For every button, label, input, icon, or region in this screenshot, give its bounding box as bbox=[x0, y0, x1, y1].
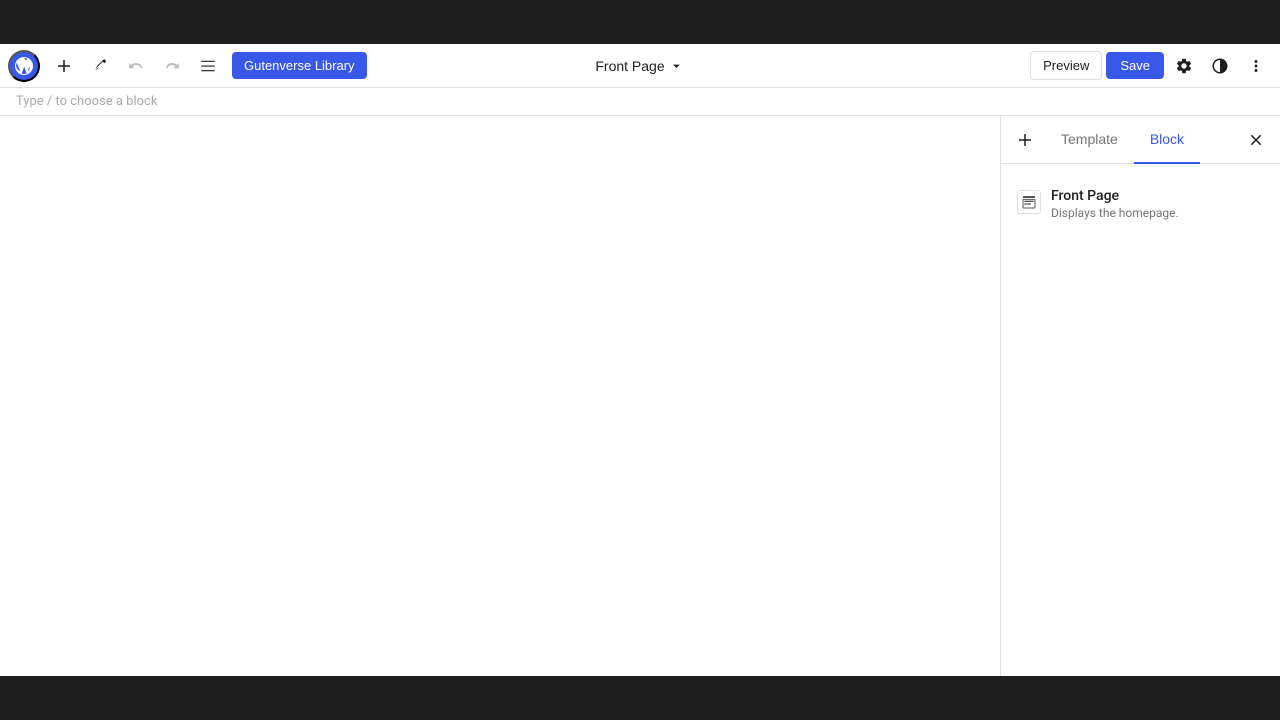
sidebar: Template Block bbox=[1000, 116, 1280, 676]
block-hint-text: Type / to choose a block bbox=[16, 94, 157, 109]
add-block-button[interactable] bbox=[48, 50, 80, 82]
list-view-button[interactable] bbox=[192, 50, 224, 82]
sidebar-tabs: Template Block bbox=[1045, 116, 1240, 163]
plus-icon bbox=[55, 57, 73, 75]
template-icon bbox=[1017, 190, 1041, 214]
sidebar-header: Template Block bbox=[1001, 116, 1280, 164]
editor-area[interactable] bbox=[0, 116, 1000, 676]
wp-logo-button[interactable] bbox=[8, 50, 40, 82]
template-page-icon bbox=[1021, 194, 1037, 210]
toolbar-right: Preview Save bbox=[1030, 50, 1272, 82]
page-title-button[interactable]: Front Page bbox=[587, 54, 692, 78]
preview-button[interactable]: Preview bbox=[1030, 51, 1102, 80]
close-icon bbox=[1247, 131, 1265, 149]
bottom-bar bbox=[0, 676, 1280, 720]
edit-icon bbox=[91, 57, 109, 75]
template-item: Front Page Displays the homepage. bbox=[1017, 180, 1264, 228]
chevron-down-icon bbox=[669, 58, 685, 74]
redo-icon bbox=[163, 57, 181, 75]
page-title-text: Front Page bbox=[595, 58, 664, 74]
theme-icon bbox=[1211, 57, 1229, 75]
sidebar-add-button[interactable] bbox=[1009, 124, 1041, 156]
more-options-button[interactable] bbox=[1240, 50, 1272, 82]
theme-toggle-button[interactable] bbox=[1204, 50, 1236, 82]
template-description: Displays the homepage. bbox=[1051, 206, 1179, 220]
toolbar-left: Gutenverse Library bbox=[8, 50, 367, 82]
more-icon bbox=[1247, 57, 1265, 75]
hint-bar: Type / to choose a block bbox=[0, 88, 1280, 116]
redo-button[interactable] bbox=[156, 50, 188, 82]
gear-icon bbox=[1175, 57, 1193, 75]
list-icon bbox=[199, 57, 217, 75]
edit-tool-button[interactable] bbox=[84, 50, 116, 82]
sidebar-close-button[interactable] bbox=[1240, 124, 1272, 156]
save-button[interactable]: Save bbox=[1106, 52, 1164, 79]
template-info: Front Page Displays the homepage. bbox=[1051, 188, 1179, 220]
undo-button[interactable] bbox=[120, 50, 152, 82]
tab-template[interactable]: Template bbox=[1045, 116, 1134, 164]
sidebar-plus-icon bbox=[1016, 131, 1034, 149]
gutenverse-library-button[interactable]: Gutenverse Library bbox=[232, 52, 367, 79]
toolbar-center: Front Page bbox=[587, 54, 692, 78]
wordpress-icon bbox=[14, 56, 34, 76]
tab-block[interactable]: Block bbox=[1134, 116, 1200, 164]
top-bar bbox=[0, 0, 1280, 44]
undo-icon bbox=[127, 57, 145, 75]
template-name: Front Page bbox=[1051, 188, 1179, 204]
toolbar: Gutenverse Library Front Page Preview Sa… bbox=[0, 44, 1280, 88]
main-content: Template Block bbox=[0, 116, 1280, 676]
settings-button[interactable] bbox=[1168, 50, 1200, 82]
sidebar-content: Front Page Displays the homepage. bbox=[1001, 164, 1280, 676]
